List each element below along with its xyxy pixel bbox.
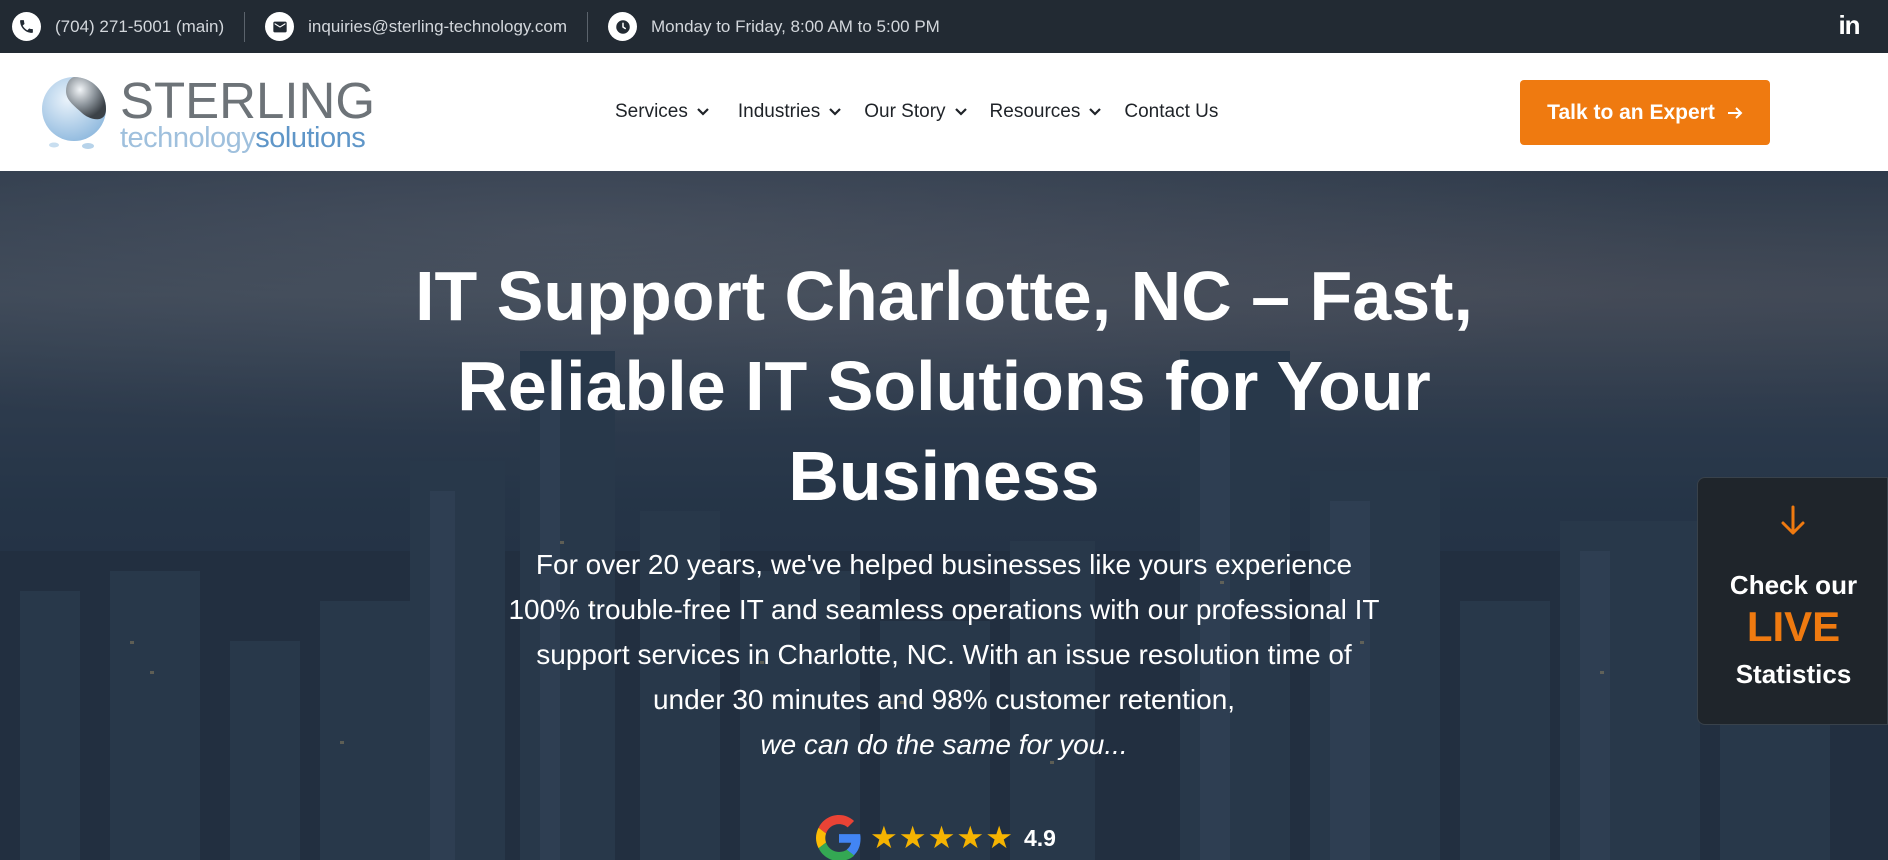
nav-item-label: Resources <box>989 101 1081 122</box>
google-rating[interactable]: ★ ★ ★ ★ ★ 4.9 <box>816 815 1056 860</box>
logo-wordmark: STERLING <box>120 72 376 129</box>
nav-item-resources[interactable]: Resources <box>990 101 1103 123</box>
star-icon: ★ <box>898 820 927 855</box>
divider <box>244 11 246 42</box>
hero-section: IT Support Charlotte, NC – Fast, Reliabl… <box>0 171 1888 860</box>
nav-item-our-story[interactable]: Our Story <box>864 101 967 123</box>
rating-stars: ★ ★ ★ ★ ★ <box>870 818 1014 858</box>
nav-item-label: Contact Us <box>1124 101 1219 122</box>
live-tab-line-1: Check our <box>1729 570 1858 600</box>
business-hours: Monday to Friday, 8:00 AM to 5:00 PM <box>608 12 940 41</box>
chevron-down-icon <box>828 107 842 117</box>
phone-contact[interactable]: (704) 271-5001 (main) <box>12 12 224 41</box>
clock-icon <box>608 12 637 41</box>
live-tab-line-3: Statistics <box>1735 659 1852 689</box>
logo-tagline: technologysolutions <box>120 122 366 154</box>
chevron-down-icon <box>1088 107 1102 117</box>
chevron-down-icon <box>696 107 710 117</box>
phone-number: (704) 271-5001 (main) <box>55 16 225 36</box>
live-tab-line-2: LIVE <box>1746 603 1841 650</box>
star-icon: ★ <box>927 820 956 855</box>
chevron-down-icon <box>954 107 968 117</box>
phone-icon <box>12 12 41 41</box>
hero-description-emphasis: we can do the same for you... <box>760 729 1128 760</box>
hero-headline: IT Support Charlotte, NC – Fast, Reliabl… <box>415 257 1473 515</box>
cta-label: Talk to an Expert <box>1547 100 1715 124</box>
live-statistics-tab[interactable]: Check our LIVE Statistics <box>1697 477 1888 725</box>
nav-item-contact-us[interactable]: Contact Us <box>1124 101 1218 123</box>
hero-description: For over 20 years, we've helped business… <box>504 542 1384 767</box>
logo-tagline-technology: technology <box>120 122 256 154</box>
arrow-down-icon <box>1777 504 1809 543</box>
mail-icon <box>265 12 295 41</box>
site-header: STERLING technologysolutions Services In… <box>0 53 1888 171</box>
email-address: inquiries@sterling-technology.com <box>308 16 567 36</box>
divider <box>587 11 588 42</box>
star-icon: ★ <box>985 820 1013 855</box>
hero-description-text: For over 20 years, we've helped business… <box>508 549 1380 715</box>
nav-item-industries[interactable]: Industries <box>738 101 842 123</box>
top-contact-bar: (704) 271-5001 (main) inquiries@sterling… <box>0 0 1888 53</box>
nav-item-services[interactable]: Services <box>615 101 710 123</box>
nav-item-label: Industries <box>737 101 821 122</box>
rating-value: 4.9 <box>1023 824 1056 851</box>
hours-text: Monday to Friday, 8:00 AM to 5:00 PM <box>651 16 940 36</box>
google-icon <box>816 815 861 860</box>
logo-tagline-solutions: solutions <box>255 122 366 154</box>
email-contact[interactable]: inquiries@sterling-technology.com <box>265 12 567 41</box>
star-icon: ★ <box>870 820 898 855</box>
main-navigation: Services Industries Our Story Resources … <box>615 53 1240 171</box>
arrow-right-icon <box>1727 106 1743 120</box>
nav-item-label: Services <box>615 101 688 122</box>
talk-to-expert-button[interactable]: Talk to an Expert <box>1520 80 1770 145</box>
nav-item-label: Our Story <box>864 101 946 122</box>
company-logo[interactable]: STERLING technologysolutions <box>36 73 375 154</box>
logo-mark-icon <box>42 77 106 149</box>
linkedin-icon[interactable]: in <box>1834 10 1864 40</box>
star-icon: ★ <box>956 820 985 855</box>
